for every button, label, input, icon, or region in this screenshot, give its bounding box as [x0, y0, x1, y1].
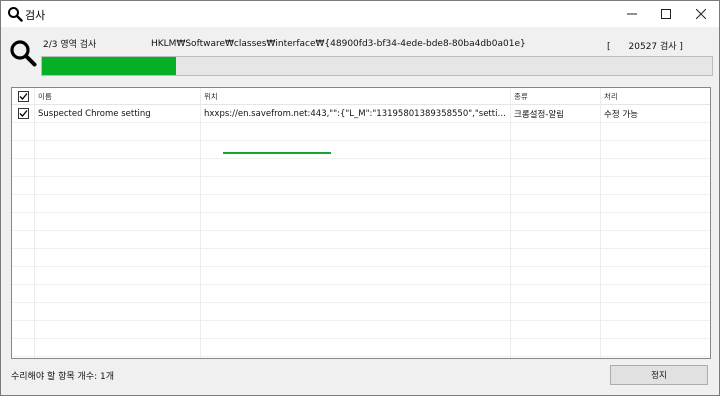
stop-button[interactable]: 정지: [610, 365, 708, 385]
current-scan-path: HKLM₩Software₩classes₩interface₩{48900fd…: [151, 39, 526, 49]
maximize-icon[interactable]: [649, 1, 683, 27]
checkmark-icon: [19, 110, 28, 117]
row-type: 크롬설정-알림: [514, 109, 564, 120]
column-header-name[interactable]: 이름: [34, 88, 200, 104]
window-title: 검사: [25, 9, 46, 22]
empty-row: [12, 321, 710, 339]
empty-row: [12, 141, 710, 159]
empty-row: [12, 123, 710, 141]
column-divider: [600, 88, 601, 358]
column-divider: [510, 88, 511, 358]
scan-area-label: 2/3 영역 검사: [43, 40, 97, 50]
select-all-cell[interactable]: [12, 88, 34, 104]
empty-row: [12, 285, 710, 303]
select-all-checkbox[interactable]: [17, 90, 29, 102]
items-to-fix-count: 수리해야 할 항목 개수: 1개: [11, 372, 115, 382]
empty-row: [12, 231, 710, 249]
row-checkbox[interactable]: [17, 108, 29, 119]
minimize-icon[interactable]: [615, 1, 649, 27]
row-name: Suspected Chrome setting: [38, 108, 151, 119]
table-row[interactable]: Suspected Chrome setting hxxps://en.save…: [12, 105, 710, 123]
column-divider: [200, 88, 201, 358]
empty-row: [12, 159, 710, 177]
empty-row: [12, 303, 710, 321]
empty-row: [12, 213, 710, 231]
table-header: 이름 위치 종류 처리: [12, 88, 710, 105]
row-location: hxxps://en.savefrom.net:443,"":{"L_M":"1…: [204, 108, 506, 119]
magnifier-icon: [10, 40, 37, 67]
row-action: 수정 가능: [604, 109, 638, 120]
column-header-action[interactable]: 처리: [600, 88, 710, 104]
scan-count-value: 20527 검사 ]: [628, 42, 683, 52]
row-checkbox-cell[interactable]: [12, 105, 34, 122]
window-content: 2/3 영역 검사 HKLM₩Software₩classes₩interfac…: [1, 27, 719, 395]
column-header-type[interactable]: 종류: [510, 88, 600, 104]
scan-window: 검사 2/3 영역 검사 HKLM₩Software₩classes₩inter…: [0, 0, 720, 396]
scan-progress-bar: [41, 56, 713, 76]
results-table[interactable]: 이름 위치 종류 처리 Suspected Chrome setting hxx…: [11, 87, 711, 359]
empty-row: [12, 339, 710, 357]
empty-row: [12, 249, 710, 267]
column-divider: [34, 88, 35, 358]
empty-row: [12, 177, 710, 195]
column-header-location[interactable]: 위치: [200, 88, 510, 104]
highlight-underline: [223, 152, 331, 154]
title-bar: 검사: [1, 1, 719, 27]
close-icon[interactable]: [684, 1, 718, 27]
checkmark-icon: [19, 92, 28, 100]
scan-count-bracket: [: [607, 42, 611, 52]
scan-progress-fill: [42, 57, 176, 75]
empty-row: [12, 195, 710, 213]
empty-row: [12, 267, 710, 285]
search-icon: [8, 7, 23, 22]
scan-count: [20527 검사 ]: [607, 39, 683, 52]
